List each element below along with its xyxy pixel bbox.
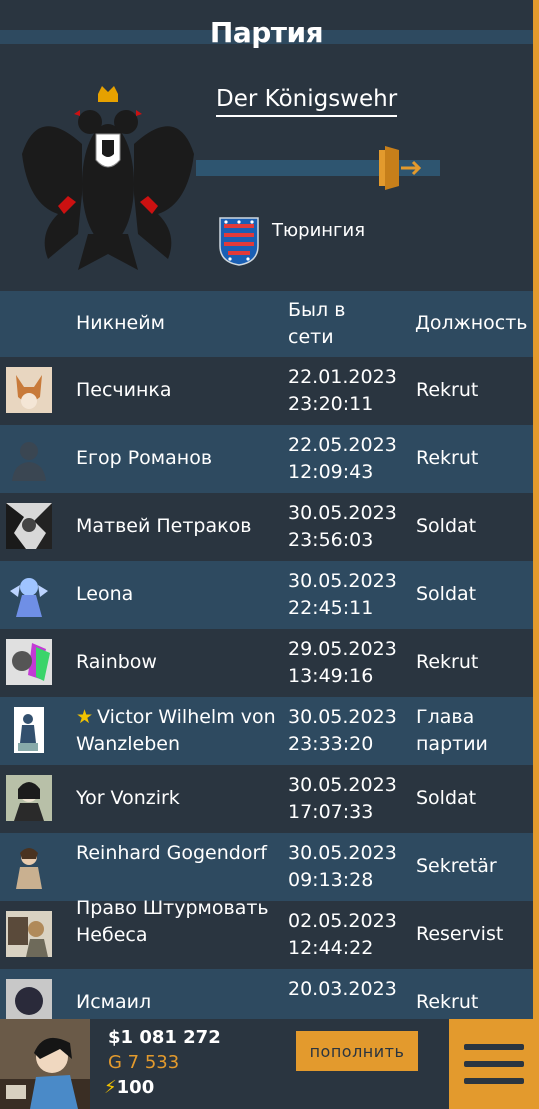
member-position: Sekretär — [416, 855, 497, 877]
table-row[interactable]: Песчинка 22.01.2023 23:20:11 Rekrut — [0, 357, 533, 425]
member-position: Rekrut — [416, 379, 479, 401]
avatar[interactable] — [6, 571, 52, 617]
footer-bar: $1 081 272 G 7 533 ⚡100 пополнить — [0, 1019, 539, 1109]
member-position: Rekrut — [416, 991, 479, 1013]
member-nickname[interactable]: Егор Романов — [76, 445, 281, 472]
member-nickname[interactable]: Исмаил — [76, 989, 281, 1016]
avatar[interactable] — [6, 775, 52, 821]
last-online: 22.01.2023 23:20:11 — [288, 366, 397, 415]
table-row[interactable]: Егор Романов 22.05.2023 12:09:43 Rekrut — [0, 425, 533, 493]
last-online: 30.05.2023 09:13:28 — [288, 842, 397, 891]
party-name-link[interactable]: Der Königswehr — [216, 86, 398, 117]
table-row[interactable]: Leona 30.05.2023 22:45:11 Soldat — [0, 561, 533, 629]
lightning-icon: ⚡ — [104, 1077, 117, 1098]
member-nickname[interactable]: Reinhard Gogendorf — [76, 840, 281, 867]
table-header: Никнейм Был в сети Должность — [0, 291, 533, 357]
menu-icon[interactable] — [449, 1019, 539, 1109]
member-nickname[interactable]: Yor Vonzirk — [76, 785, 281, 812]
member-position: Soldat — [416, 787, 477, 809]
last-online: 02.05.2023 12:44:22 — [288, 910, 397, 959]
money-balance: $1 081 272 — [108, 1027, 221, 1048]
member-position: Rekrut — [416, 447, 479, 469]
table-row[interactable]: Матвей Петраков 30.05.2023 23:56:03 Solda… — [0, 493, 533, 561]
member-nickname[interactable]: ★ Victor Wilhelm von Wanzleben — [76, 704, 281, 758]
scroll-rail — [533, 0, 539, 1020]
member-nickname[interactable]: Песчинка — [76, 377, 281, 404]
avatar[interactable] — [6, 911, 52, 957]
player-avatar[interactable] — [0, 1019, 90, 1109]
energy-balance: ⚡100 — [104, 1077, 155, 1098]
exit-icon[interactable] — [377, 146, 423, 190]
member-position: Rekrut — [416, 651, 479, 673]
gold-balance: G 7 533 — [108, 1052, 180, 1073]
member-position: Soldat — [416, 515, 477, 537]
column-position[interactable]: Должность — [415, 312, 528, 334]
member-nickname[interactable]: Право Штурмовать Небеса — [76, 895, 281, 949]
column-nickname[interactable]: Никнейм — [76, 312, 165, 334]
avatar[interactable] — [6, 367, 52, 413]
member-nickname[interactable]: Rainbow — [76, 649, 281, 676]
thuringia-flag-icon — [219, 217, 259, 266]
topup-button[interactable]: пополнить — [296, 1031, 418, 1071]
avatar[interactable] — [6, 639, 52, 685]
party-header: Партия Der Königswehr Тюрингия — [0, 0, 533, 290]
column-last-online[interactable]: Был в сети — [288, 297, 388, 351]
last-online: 30.05.2023 22:45:11 — [288, 570, 397, 619]
last-online: 30.05.2023 23:56:03 — [288, 502, 397, 551]
star-icon: ★ — [76, 706, 94, 728]
avatar[interactable] — [6, 435, 52, 481]
table-row[interactable]: Rainbow 29.05.2023 13:49:16 Rekrut — [0, 629, 533, 697]
avatar[interactable] — [6, 503, 52, 549]
members-table: Никнейм Был в сети Должность Песчинка 22… — [0, 291, 533, 1037]
eagle-emblem-icon — [22, 86, 194, 270]
member-nickname[interactable]: Матвей Петраков — [76, 513, 281, 540]
avatar[interactable] — [6, 843, 52, 889]
table-row[interactable]: Yor Vonzirk 30.05.2023 17:07:33 Soldat — [0, 765, 533, 833]
last-online: 22.05.2023 12:09:43 — [288, 434, 397, 483]
member-position: Soldat — [416, 583, 477, 605]
table-row[interactable]: Право Штурмовать Небеса 02.05.2023 12:44:… — [0, 897, 533, 969]
avatar[interactable] — [6, 707, 52, 753]
last-online: 20.03.2023 — [288, 978, 397, 1000]
member-nickname[interactable]: Leona — [76, 581, 281, 608]
member-position: Глава партии — [416, 706, 488, 755]
last-online: 30.05.2023 17:07:33 — [288, 774, 397, 823]
table-row[interactable]: Reinhard Gogendorf 30.05.2023 09:13:28 Se… — [0, 833, 533, 901]
last-online: 29.05.2023 13:49:16 — [288, 638, 397, 687]
table-row[interactable]: ★ Victor Wilhelm von Wanzleben 30.05.2023… — [0, 697, 533, 765]
member-position: Reservist — [416, 923, 504, 945]
region-name[interactable]: Тюрингия — [272, 220, 365, 241]
page-title: Партия — [209, 16, 324, 49]
last-online: 30.05.2023 23:33:20 — [288, 706, 397, 755]
